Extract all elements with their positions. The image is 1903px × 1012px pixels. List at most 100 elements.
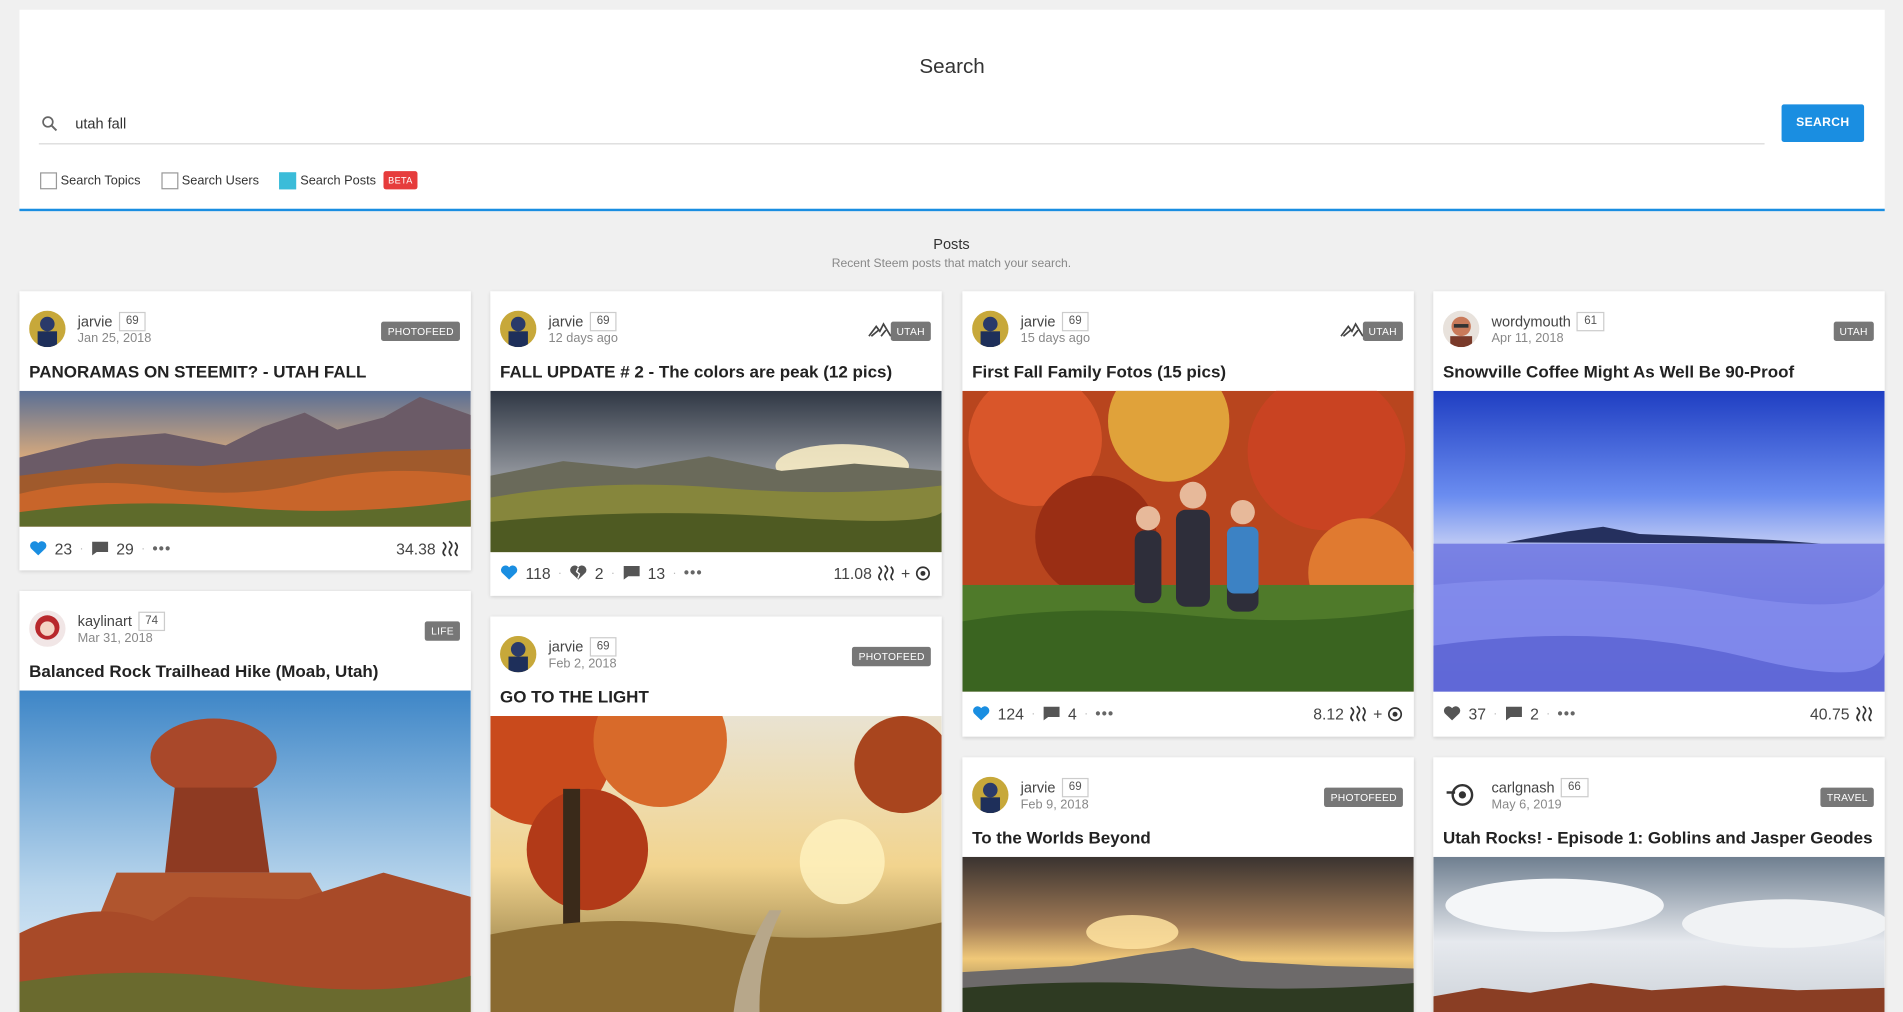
separator: ·: [557, 566, 562, 580]
post-image[interactable]: [962, 390, 1414, 692]
avatar[interactable]: [29, 610, 66, 647]
avatar[interactable]: [500, 310, 537, 348]
payout[interactable]: 11.08 +: [834, 564, 931, 582]
post-card[interactable]: jarvie 69 Feb 2, 2018 PHOTOFEED GO TO THE…: [490, 616, 942, 1012]
upvote[interactable]: 23: [29, 539, 72, 558]
post-tag[interactable]: TRAVEL: [1820, 787, 1874, 808]
payout[interactable]: 34.38: [396, 539, 460, 558]
comment-count: 13: [647, 563, 666, 582]
post-footer: 124 · 4 · ••• 8.12 +: [972, 701, 1403, 725]
comments[interactable]: 2: [1505, 704, 1539, 723]
author-name[interactable]: carlgnash: [1492, 779, 1555, 796]
comment-count: 4: [1068, 704, 1077, 723]
post-date: 12 days ago: [548, 331, 618, 346]
post-card[interactable]: jarvie 69 Jan 25, 2018 PHOTOFEED PANORAMA…: [19, 291, 471, 571]
post-title[interactable]: To the Worlds Beyond: [972, 828, 1151, 847]
post-title[interactable]: Balanced Rock Trailhead Hike (Moab, Utah…: [29, 661, 378, 680]
post-card[interactable]: wordymouth 61 Apr 11, 2018 UTAH Snowville…: [1433, 291, 1885, 737]
author: jarvie 69: [549, 311, 617, 332]
search-button[interactable]: SEARCH: [1781, 104, 1865, 142]
post-title[interactable]: Snowville Coffee Might As Well Be 90-Pro…: [1443, 362, 1794, 381]
author-name[interactable]: jarvie: [1021, 313, 1056, 330]
post-image[interactable]: [19, 390, 471, 527]
community-icon[interactable]: [868, 319, 892, 338]
post-card[interactable]: carlgnash 66 May 6, 2019 TRAVEL Utah Rock…: [1433, 757, 1885, 1012]
search-input[interactable]: [75, 110, 1751, 138]
avatar[interactable]: [1442, 310, 1480, 348]
comments[interactable]: 4: [1043, 704, 1077, 723]
community-icon[interactable]: [1340, 319, 1364, 338]
heart-icon[interactable]: [972, 705, 990, 722]
search-topics-checkbox[interactable]: [40, 171, 58, 189]
avatar[interactable]: [500, 635, 537, 673]
comment-icon[interactable]: [622, 564, 640, 581]
upvote[interactable]: 124: [972, 704, 1024, 723]
post-title[interactable]: PANORAMAS ON STEEMIT? - UTAH FALL: [29, 362, 366, 381]
beta-badge: BETA: [383, 171, 418, 190]
comment-icon[interactable]: [1505, 705, 1523, 722]
post-tag[interactable]: UTAH: [1833, 321, 1874, 342]
payout[interactable]: 40.75: [1810, 704, 1874, 723]
post-title[interactable]: GO TO THE LIGHT: [500, 687, 649, 706]
filter-search-posts[interactable]: Search Posts BETA: [279, 171, 418, 190]
avatar[interactable]: [29, 310, 66, 348]
search-posts-checkbox[interactable]: [279, 171, 297, 189]
steem-icon: [1350, 705, 1367, 722]
payout[interactable]: 8.12 +: [1313, 704, 1403, 723]
comment-icon[interactable]: [91, 540, 109, 557]
posts-section-title: Posts: [933, 235, 970, 253]
post-image[interactable]: [962, 856, 1414, 1012]
upvote[interactable]: 118: [500, 564, 551, 582]
comment-count: 2: [1530, 704, 1539, 723]
post-image[interactable]: [19, 690, 471, 1012]
author: jarvie 69: [549, 637, 617, 657]
filter-search-topics[interactable]: Search Topics: [40, 171, 140, 189]
author-name[interactable]: kaylinart: [78, 613, 132, 630]
post-tag[interactable]: UTAH: [890, 321, 931, 342]
comment-icon[interactable]: [1043, 705, 1061, 722]
author-name[interactable]: jarvie: [1021, 779, 1056, 796]
author-name[interactable]: jarvie: [549, 638, 584, 655]
more-icon[interactable]: •••: [684, 564, 703, 581]
upvote[interactable]: 37: [1443, 704, 1486, 723]
author: kaylinart 74: [78, 611, 166, 632]
more-icon[interactable]: •••: [152, 540, 171, 557]
search-users-checkbox[interactable]: [161, 171, 179, 189]
avatar[interactable]: [972, 310, 1009, 348]
post-tag[interactable]: PHOTOFEED: [381, 321, 460, 342]
post-image[interactable]: [490, 716, 942, 1012]
payout-value: 34.38: [396, 539, 436, 558]
more-icon[interactable]: •••: [1558, 705, 1577, 722]
post-tag[interactable]: UTAH: [1362, 321, 1403, 342]
more-icon[interactable]: •••: [1095, 705, 1114, 722]
broken-heart-icon[interactable]: [569, 564, 587, 581]
comments[interactable]: 29: [91, 539, 134, 558]
comments[interactable]: 13: [622, 564, 665, 582]
post-tag[interactable]: PHOTOFEED: [852, 646, 931, 667]
post-image[interactable]: [490, 390, 942, 553]
post-card[interactable]: jarvie 69 Feb 9, 2018 PHOTOFEED To the Wo…: [962, 757, 1414, 1012]
post-tag[interactable]: LIFE: [425, 621, 460, 641]
post-title[interactable]: Utah Rocks! - Episode 1: Goblins and Jas…: [1443, 828, 1873, 847]
author-name[interactable]: jarvie: [78, 313, 113, 330]
post-card[interactable]: jarvie 69 15 days ago UTAH First Fall Fam…: [962, 291, 1414, 737]
downvote[interactable]: 2: [569, 564, 604, 582]
post-date: Feb 9, 2018: [1020, 797, 1089, 812]
post-card[interactable]: jarvie 69 12 days ago UTAH FALL UPDATE # …: [490, 291, 942, 596]
heart-icon[interactable]: [1443, 705, 1461, 722]
post-title[interactable]: FALL UPDATE # 2 - The colors are peak (1…: [500, 362, 892, 381]
filter-search-users[interactable]: Search Users: [161, 171, 259, 189]
post-image[interactable]: [1433, 390, 1885, 692]
post-image[interactable]: [1433, 856, 1885, 1012]
search-bar: [38, 104, 1765, 145]
author-name[interactable]: jarvie: [549, 313, 584, 330]
avatar[interactable]: [1442, 776, 1480, 814]
avatar[interactable]: [972, 776, 1009, 814]
post-tag[interactable]: PHOTOFEED: [1324, 787, 1403, 808]
post-title[interactable]: First Fall Family Fotos (15 pics): [972, 362, 1226, 381]
heart-icon[interactable]: [29, 540, 47, 557]
author-name[interactable]: wordymouth: [1492, 313, 1571, 330]
heart-icon[interactable]: [500, 564, 518, 581]
reputation-badge: 69: [118, 311, 146, 332]
post-card[interactable]: kaylinart 74 Mar 31, 2018 LIFE Balanced R…: [19, 591, 471, 1012]
